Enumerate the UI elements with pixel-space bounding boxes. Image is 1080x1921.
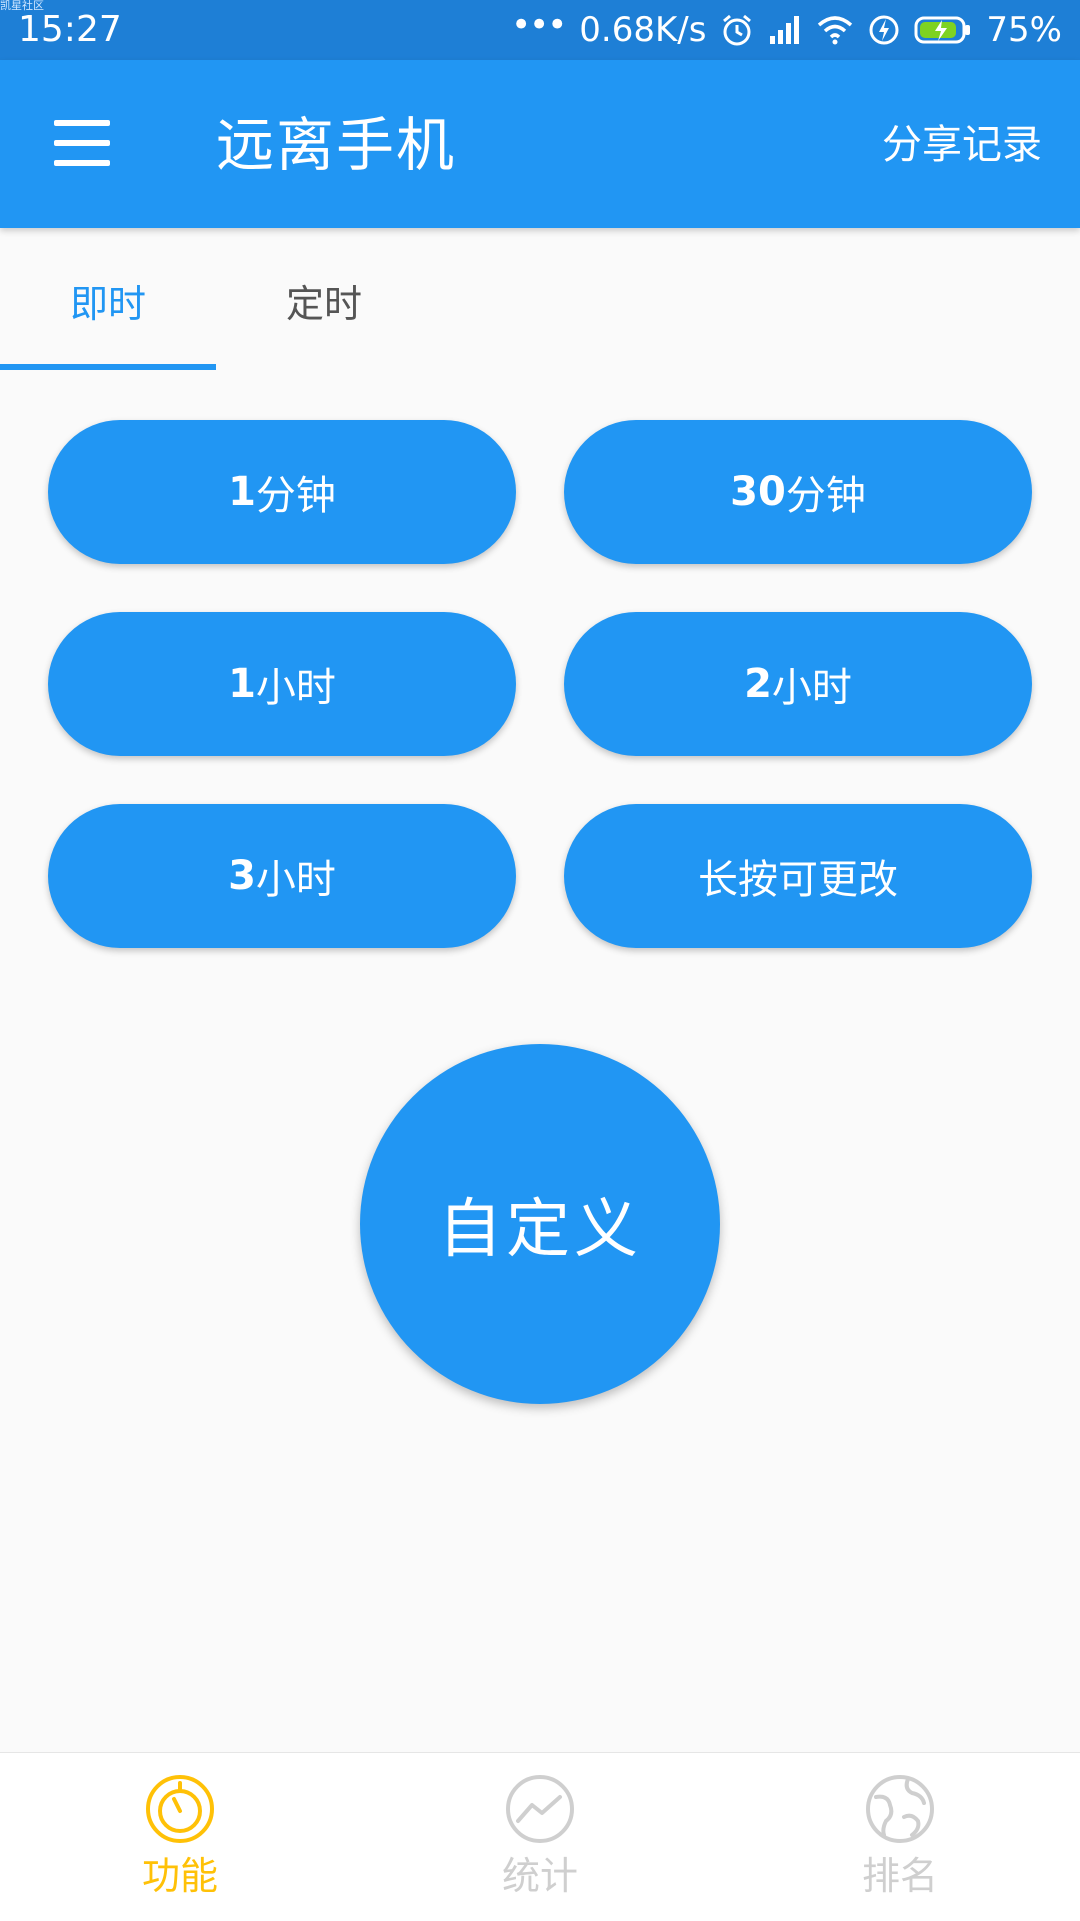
- preset-unit: 小时: [255, 665, 336, 711]
- preset-3hour-button[interactable]: 3 小时: [48, 804, 516, 948]
- tab-scheduled[interactable]: 定时: [216, 228, 432, 372]
- preset-number: 1: [228, 661, 256, 707]
- preset-number: 1: [228, 469, 256, 515]
- preset-number: 2: [744, 661, 772, 707]
- preset-unit: 分钟: [255, 473, 336, 519]
- status-icons: ••• 0.68K/s 75%: [511, 5, 1062, 50]
- status-bar: 凯星社区 15:27 ••• 0.68K/s 75%: [0, 0, 1080, 60]
- preset-unit: 分钟: [785, 473, 866, 519]
- preset-unit: 小时: [771, 665, 852, 711]
- nav-label: 排名: [861, 1854, 938, 1898]
- signal-icon: [770, 16, 800, 44]
- app-title: 远离手机: [216, 111, 457, 179]
- charging-icon: [869, 15, 899, 45]
- preset-2hour-button[interactable]: 2 小时: [564, 612, 1032, 756]
- bottom-nav: 功能 统计 排名: [0, 1752, 1080, 1921]
- alarm-icon: [723, 14, 752, 46]
- tab-instant[interactable]: 即时: [0, 228, 216, 372]
- custom-time-button[interactable]: 自定义: [360, 1044, 720, 1404]
- nav-label: 功能: [141, 1854, 218, 1898]
- preset-number: 30: [730, 469, 786, 515]
- net-speed: 0.68K/s: [579, 10, 707, 50]
- nav-item-statistics[interactable]: 统计: [360, 1753, 720, 1921]
- battery-percent: 75%: [986, 10, 1062, 50]
- preset-number: 3: [228, 853, 256, 899]
- battery-icon: [914, 16, 971, 44]
- share-record-button[interactable]: 分享记录: [882, 120, 1042, 170]
- nav-item-features[interactable]: 功能: [0, 1753, 360, 1921]
- globe-icon: [866, 1775, 934, 1843]
- preset-1hour-button[interactable]: 1 小时: [48, 612, 516, 756]
- timer-icon: [146, 1775, 214, 1843]
- menu-icon[interactable]: [54, 120, 112, 168]
- status-time: 15:27: [18, 9, 122, 50]
- preset-unit: 长按可更改: [698, 857, 898, 903]
- nav-label: 统计: [501, 1854, 578, 1898]
- preset-30min-button[interactable]: 30 分钟: [564, 420, 1032, 564]
- wifi-icon: [818, 16, 853, 45]
- preset-unit: 小时: [255, 857, 336, 903]
- preset-editable-button[interactable]: 长按可更改: [564, 804, 1032, 948]
- tab-bar: 即时 定时: [0, 228, 1080, 372]
- preset-1min-button[interactable]: 1 分钟: [48, 420, 516, 564]
- more-notifications-icon: •••: [511, 5, 567, 45]
- tab-indicator: [0, 364, 216, 370]
- app-bar: 远离手机 分享记录: [0, 60, 1080, 228]
- nav-item-ranking[interactable]: 排名: [720, 1753, 1080, 1921]
- chart-icon: [506, 1775, 574, 1843]
